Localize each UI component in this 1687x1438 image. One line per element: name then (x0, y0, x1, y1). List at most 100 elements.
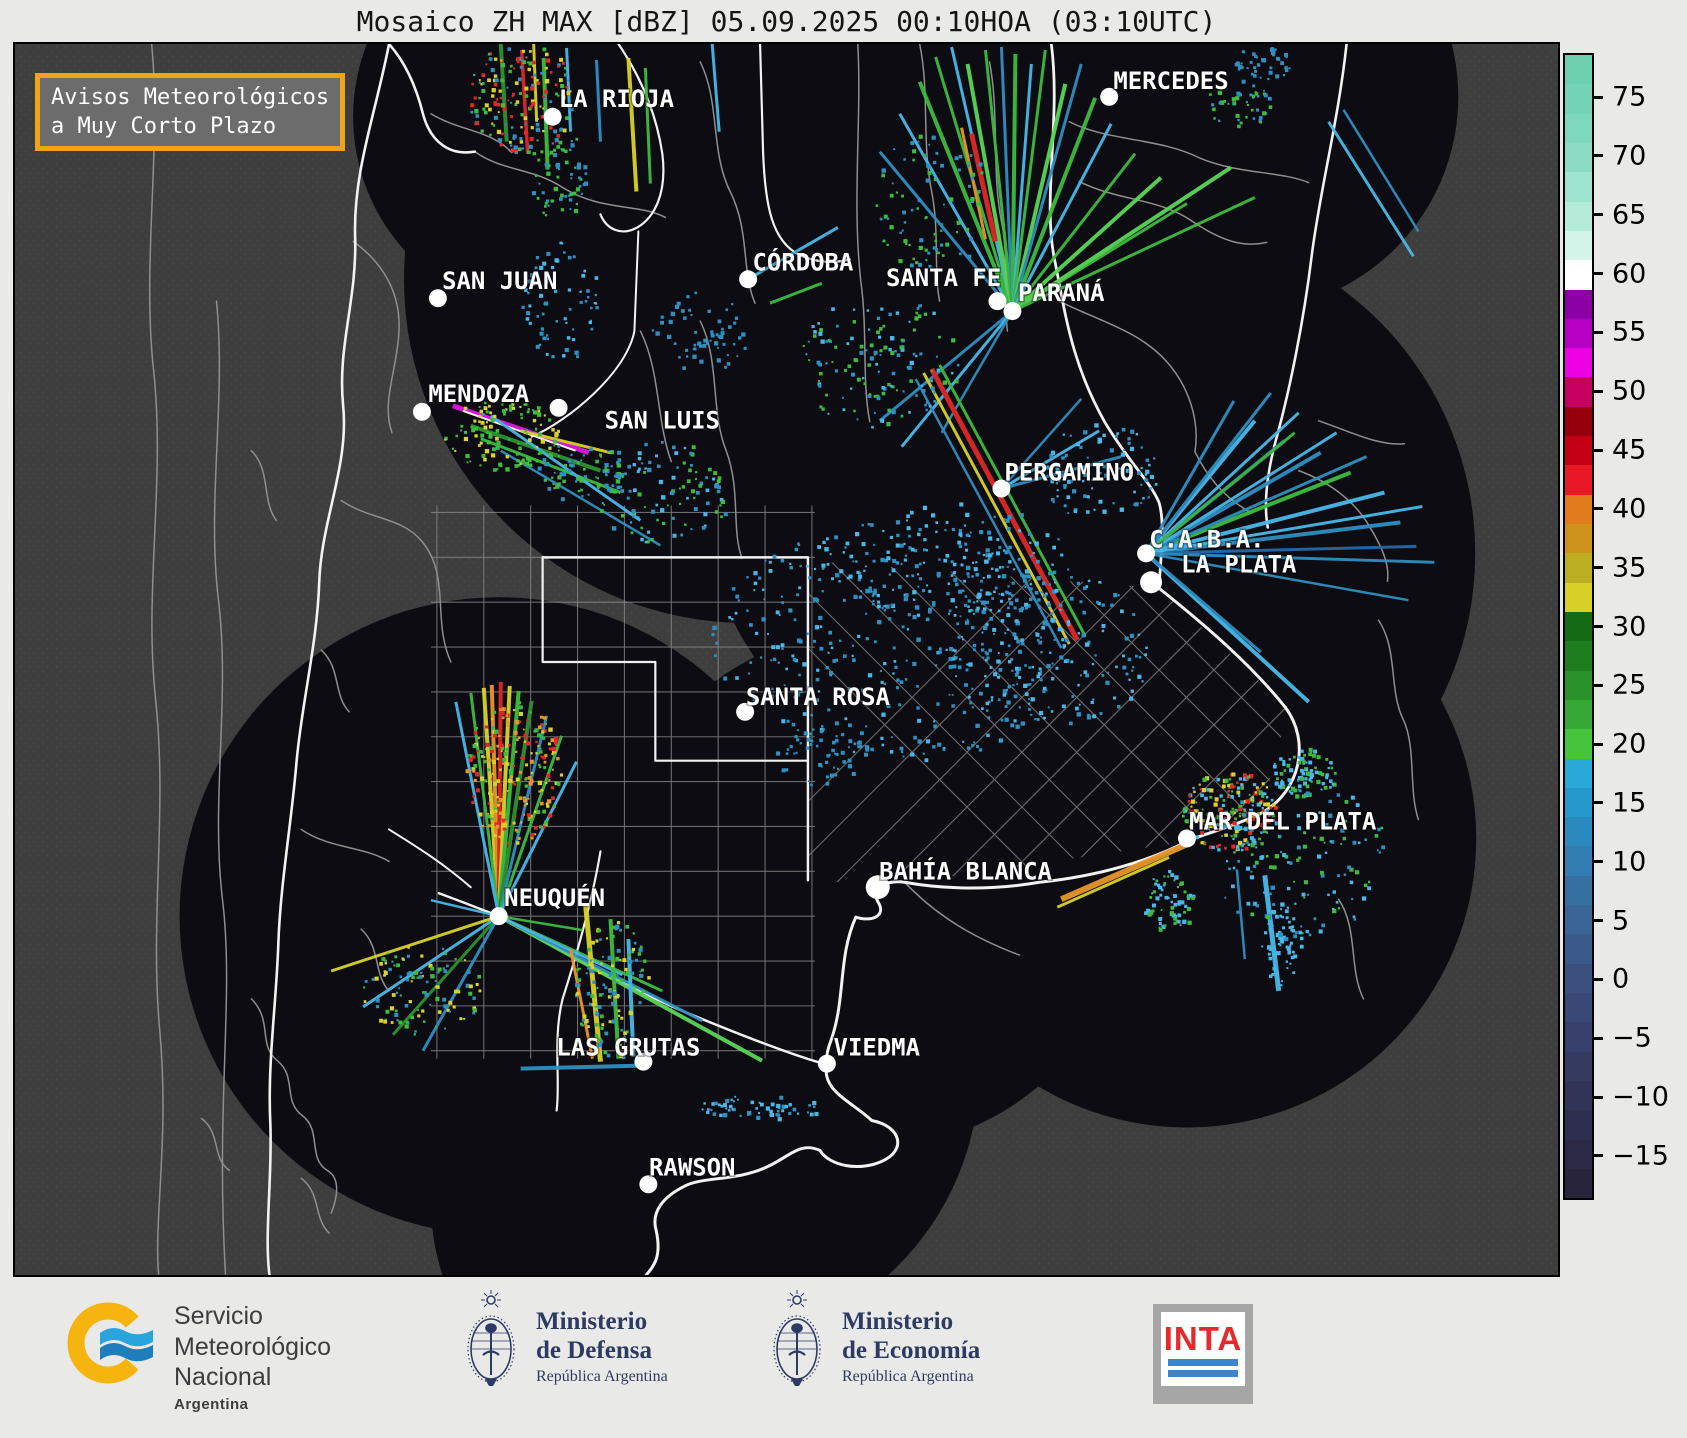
city-label: LA RIOJA (559, 85, 675, 113)
colorbar-tick-label: 55 (1612, 317, 1646, 348)
colorbar-tick-mark (1594, 684, 1603, 687)
city-label: BAHÍA BLANCA (879, 856, 1052, 885)
colorbar-tick-mark (1594, 272, 1603, 275)
colorbar-tick-label: 40 (1612, 493, 1646, 524)
colorbar-segment (1565, 114, 1592, 143)
colorbar-tick-label: 15 (1612, 787, 1646, 818)
colorbar-segment (1565, 202, 1592, 231)
colorbar-segment (1565, 143, 1592, 172)
inta-label: INTA (1164, 1322, 1243, 1355)
colorbar-segment (1565, 553, 1592, 582)
colorbar-segment (1565, 1169, 1592, 1198)
city-label: MAR DEL PLATA (1189, 807, 1377, 835)
colorbar-segment (1565, 964, 1592, 993)
colorbar-segment (1565, 788, 1592, 817)
warning-line-2: a Muy Corto Plazo (51, 114, 276, 139)
colorbar-tick-mark (1594, 331, 1603, 334)
city-label: SAN JUAN (442, 267, 557, 295)
colorbar-tick-mark (1594, 390, 1603, 393)
coat-of-arms-icon (462, 1287, 520, 1405)
city-label: LA PLATA (1181, 550, 1297, 578)
radar-map: LA RIOJAMERCEDESSAN JUANCÓRDOBASANTA FEP… (13, 42, 1560, 1277)
city-label: LAS GRUTAS (556, 1034, 700, 1062)
colorbar-segment (1565, 641, 1592, 670)
city-dot (1140, 571, 1162, 593)
colorbar-tick-label: 60 (1612, 258, 1646, 289)
smn-logo-block: Servicio Meteorológico Nacional Argentin… (64, 1295, 331, 1414)
coat-of-arms-icon (768, 1287, 826, 1405)
colorbar-segment (1565, 729, 1592, 758)
defensa-line2: de Defensa (536, 1336, 668, 1366)
colorbar-segment (1565, 172, 1592, 201)
colorbar-segment (1565, 436, 1592, 465)
colorbar-segment (1565, 377, 1592, 406)
colorbar-tick-label: 45 (1612, 435, 1646, 466)
city-label: MENDOZA (428, 380, 529, 408)
colorbar-segment (1565, 934, 1592, 963)
colorbar-tick-mark (1594, 154, 1603, 157)
city-label: NEUQUÉN (504, 883, 605, 912)
colorbar-segment (1565, 319, 1592, 348)
dbz-colorbar (1563, 53, 1594, 1200)
warning-box: Avisos Meteorológicos a Muy Corto Plazo (35, 73, 345, 151)
smn-country: Argentina (174, 1396, 331, 1414)
colorbar-segment (1565, 55, 1592, 84)
colorbar-tick-label: 35 (1612, 552, 1646, 583)
city-label: CÓRDOBA (753, 246, 854, 276)
ministerio-defensa-block: Ministerio de Defensa República Argentin… (462, 1287, 668, 1405)
footer: Servicio Meteorológico Nacional Argentin… (0, 1277, 1687, 1438)
colorbar-segment (1565, 671, 1592, 700)
colorbar-tick-mark (1594, 96, 1603, 99)
colorbar-segment (1565, 407, 1592, 436)
colorbar-tick-mark (1594, 566, 1603, 569)
colorbar-segment (1565, 583, 1592, 612)
city-label: VIEDMA (834, 1034, 921, 1062)
ministerio-economia-block: Ministerio de Economía República Argenti… (768, 1287, 980, 1405)
colorbar-segment (1565, 1110, 1592, 1139)
colorbar-tick-label: 70 (1612, 140, 1646, 171)
city-label: SAN LUIS (605, 407, 720, 435)
smn-name-line2: Meteorológico (174, 1332, 331, 1363)
economia-line1: Ministerio (842, 1307, 980, 1337)
inta-bar (1168, 1359, 1238, 1366)
colorbar-segment (1565, 348, 1592, 377)
map-canvas: LA RIOJAMERCEDESSAN JUANCÓRDOBASANTA FEP… (15, 44, 1558, 1275)
colorbar-tick-mark (1594, 507, 1603, 510)
smn-name-line1: Servicio (174, 1301, 331, 1332)
colorbar-tick-label: 30 (1612, 611, 1646, 642)
colorbar-segment (1565, 993, 1592, 1022)
colorbar-segment (1565, 1140, 1592, 1169)
page-title: Mosaico ZH MAX [dBZ] 05.09.2025 00:10HOA… (13, 5, 1560, 38)
colorbar-tick-label: 25 (1612, 670, 1646, 701)
colorbar-tick-mark (1594, 978, 1603, 981)
colorbar-segment (1565, 817, 1592, 846)
colorbar-tick-mark (1594, 743, 1603, 746)
colorbar-segment (1565, 759, 1592, 788)
colorbar-tick-mark (1594, 801, 1603, 804)
colorbar-segment (1565, 260, 1592, 289)
colorbar-segment (1565, 84, 1592, 113)
warning-line-1: Avisos Meteorológicos (51, 85, 329, 110)
colorbar-segment (1565, 524, 1592, 553)
city-label: RAWSON (649, 1153, 735, 1181)
colorbar-segment (1565, 1022, 1592, 1051)
colorbar-segment (1565, 465, 1592, 494)
colorbar-tick-mark (1594, 1037, 1603, 1040)
economia-line2: de Economía (842, 1336, 980, 1366)
colorbar-tick-label: 0 (1612, 964, 1629, 995)
colorbar-tick-label: 75 (1612, 82, 1646, 113)
city-label: SANTA FE (886, 264, 1001, 292)
colorbar-segment (1565, 231, 1592, 260)
colorbar-segment (1565, 700, 1592, 729)
inta-bar (1168, 1370, 1238, 1377)
colorbar-segment (1565, 1081, 1592, 1110)
colorbar-tick-label: 20 (1612, 729, 1646, 760)
colorbar-tick-label: 50 (1612, 376, 1646, 407)
colorbar-tick-label: 65 (1612, 199, 1646, 230)
city-dot (550, 399, 568, 417)
colorbar-tick-mark (1594, 1096, 1603, 1099)
colorbar-tick-mark (1594, 449, 1603, 452)
colorbar-segment (1565, 846, 1592, 875)
colorbar-segment (1565, 290, 1592, 319)
city-label: PARANÁ (1018, 278, 1105, 307)
